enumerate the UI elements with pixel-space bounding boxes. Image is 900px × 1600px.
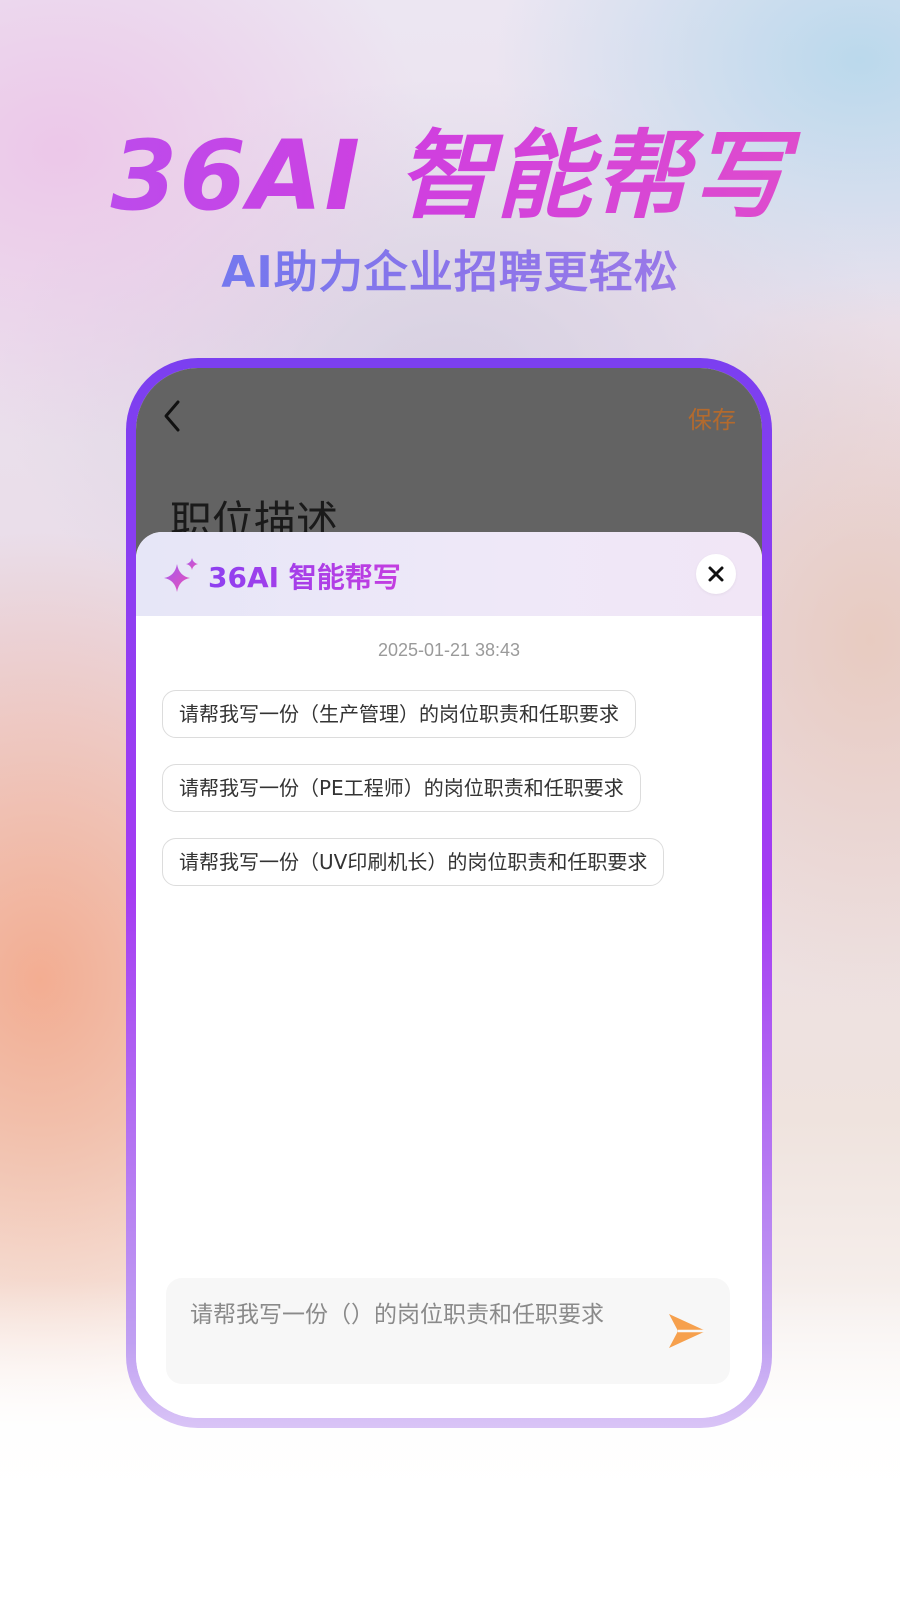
suggestion-chip[interactable]: 请帮我写一份（PE工程师）的岗位职责和任职要求 (162, 764, 641, 812)
suggestion-chip[interactable]: 请帮我写一份（生产管理）的岗位职责和任职要求 (162, 690, 636, 738)
ai-writer-sheet: 36AI 智能帮写 2025-01-21 38:43 请帮我写一份（生产管理）的… (136, 532, 762, 1418)
phone-frame: 保存 职位描述 36AI 智能帮写 2025-01-21 38:43 请帮我写一… (126, 358, 772, 1428)
phone-screen: 保存 职位描述 36AI 智能帮写 2025-01-21 38:43 请帮我写一… (136, 368, 762, 1418)
sheet-header: 36AI 智能帮写 (136, 532, 762, 616)
send-icon[interactable] (666, 1310, 708, 1352)
suggestion-list: 请帮我写一份（生产管理）的岗位职责和任职要求 请帮我写一份（PE工程师）的岗位职… (162, 690, 742, 912)
suggestion-chip[interactable]: 请帮我写一份（UV印刷机长）的岗位职责和任职要求 (162, 838, 665, 886)
hero-title: 36AI 智能帮写 (0, 98, 900, 237)
message-timestamp: 2025-01-21 38:43 (377, 640, 521, 660)
close-button[interactable] (696, 554, 736, 594)
prompt-input-bar: 请帮我写一份（）的岗位职责和任职要求 (166, 1278, 730, 1384)
close-icon (708, 566, 724, 582)
hero-subtitle: AI助力企业招聘更轻松 (0, 236, 900, 300)
save-button[interactable]: 保存 (688, 400, 736, 435)
sheet-title: 36AI 智能帮写 (208, 556, 401, 596)
chevron-left-icon[interactable] (158, 396, 188, 436)
prompt-input[interactable]: 请帮我写一份（）的岗位职责和任职要求 (190, 1298, 630, 1332)
sparkle-icon (164, 558, 198, 592)
